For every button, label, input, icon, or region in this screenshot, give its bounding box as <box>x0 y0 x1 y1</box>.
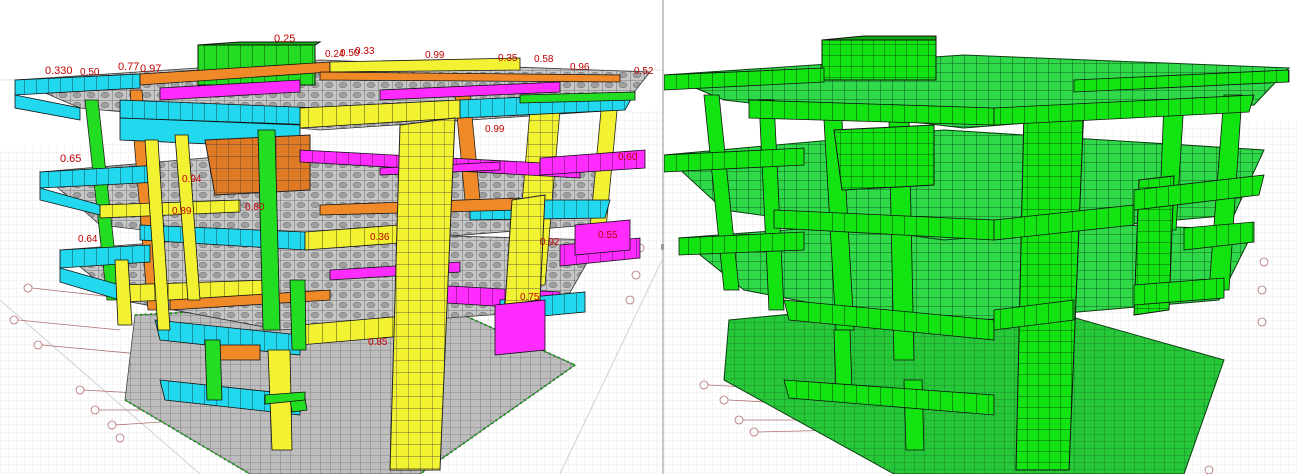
ratio-label: 0.99 <box>485 124 505 135</box>
ratio-label: 0.50 <box>340 48 360 59</box>
ratio-label: 0.75 <box>520 292 540 303</box>
ratio-label: 0.55 <box>598 230 618 241</box>
ratio-label: 0.60 <box>618 152 638 163</box>
ratio-label: 0.65 <box>60 153 81 165</box>
ratio-label: 0.94 <box>182 174 202 185</box>
ratio-label: 0.35 <box>498 53 518 64</box>
ratio-label: 0.330 <box>45 65 73 77</box>
ratio-label: 0.92 <box>540 237 560 248</box>
shear-wall-side <box>504 194 546 306</box>
ratio-label: 0.80 <box>245 202 265 213</box>
left-model-canvas[interactable]: 0.25 0.33 0.24 0.50 0.99 0.35 0.58 0.96 … <box>0 0 662 474</box>
ratio-label: 0.58 <box>534 54 554 65</box>
ratio-label: 0.85 <box>368 337 388 348</box>
right-model-canvas[interactable] <box>664 0 1297 474</box>
right-viewport[interactable] <box>664 0 1297 474</box>
roof-penthouse <box>821 35 937 81</box>
ratio-label: 0.50 <box>80 67 100 78</box>
core-wall-orange <box>204 134 311 196</box>
ratio-label: 0.99 <box>425 50 445 61</box>
core-wall <box>833 124 935 191</box>
ratio-label: 0.97 <box>140 63 161 75</box>
left-viewport[interactable]: 0.25 0.33 0.24 0.50 0.99 0.35 0.58 0.96 … <box>0 0 662 474</box>
ratio-label: 0.77 <box>118 61 139 73</box>
ratio-label: 0.36 <box>370 232 390 243</box>
ratio-label: 0.64 <box>78 234 98 245</box>
ratio-label: 0.25 <box>274 33 295 45</box>
ratio-label: 0.52 <box>634 66 654 77</box>
ratio-label: 0.96 <box>570 62 590 73</box>
ratio-label: 0.89 <box>172 206 192 217</box>
